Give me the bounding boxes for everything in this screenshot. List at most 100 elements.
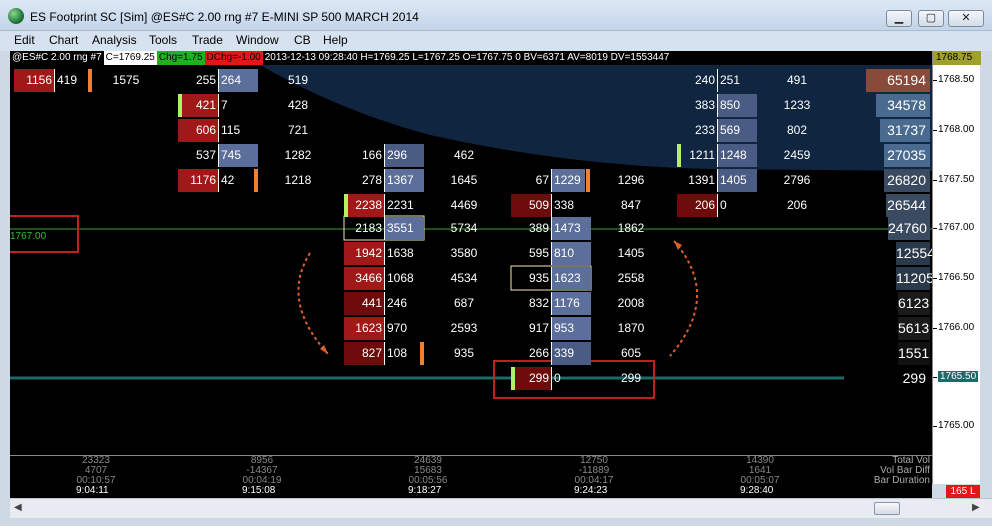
total-row-12: 1551 xyxy=(898,342,930,365)
total-row-3: 31737 xyxy=(880,119,930,142)
info-close: C=1769.25 xyxy=(103,51,157,65)
price-tick-1765.50: 1765.50 xyxy=(932,371,979,382)
col5-row5-vol: 2796 xyxy=(783,173,811,187)
total-row-13: 299 xyxy=(898,367,930,390)
time-axis: 9:04:11 9:15:08 9:18:27 9:24:23 9:28:40 xyxy=(10,484,932,498)
footer-col2: 8956 -14367 00:04:19 xyxy=(232,456,292,485)
col4-row3-bid: 389 xyxy=(528,221,549,235)
price-axis-top-label: 1768.75 xyxy=(933,51,981,65)
col2-row2-ask: 7 xyxy=(218,94,258,117)
price-tick-1766.50: 1766.50 xyxy=(932,272,975,283)
col2-row3-bid: 606 xyxy=(178,119,218,142)
col4-row4-vol: 1405 xyxy=(617,246,645,260)
info-chg: Chg=1.75 xyxy=(156,51,205,65)
col4-row7-bid: 917 xyxy=(528,321,549,335)
col4-row7-ask: 953 xyxy=(551,317,591,340)
col2-row3-ask: 115 xyxy=(218,119,258,142)
total-row-8: 12554 xyxy=(896,242,932,265)
info-stats: 2013-12-13 09:28:40 H=1769.25 L=1767.25 … xyxy=(264,52,670,63)
footer-col4-dur: 00:04:17 xyxy=(574,475,614,485)
col4-row4-ask: 810 xyxy=(551,242,591,265)
col3-row4-vol: 5734 xyxy=(450,221,478,235)
col3-row3-vol: 4469 xyxy=(450,198,478,212)
col1-row1-ask: 419 xyxy=(54,69,86,92)
col3-row6-bid: 3466 xyxy=(344,267,384,290)
scroll-right-arrow-icon[interactable]: ▶ xyxy=(972,502,980,513)
price-tick-1768.50: 1768.50 xyxy=(932,74,975,85)
total-row-10: 6123 xyxy=(898,292,930,315)
col3-row2-vol: 1645 xyxy=(450,173,478,187)
col5-row6-ask: 0 xyxy=(717,194,757,217)
bar-countdown: 165 L xyxy=(946,485,980,498)
col1-row1-marker xyxy=(88,69,92,92)
col5-row1-bid: 240 xyxy=(694,73,715,87)
menu-bar: Edit Chart Analysis Tools Trade Window C… xyxy=(0,31,992,51)
menu-help[interactable]: Help xyxy=(323,33,348,47)
scrollbar-thumb[interactable] xyxy=(874,502,900,515)
col4-row9-vol: 299 xyxy=(620,371,642,385)
close-button[interactable]: ✕ xyxy=(948,10,984,27)
window-title: ES Footprint SC [Sim] @ES#C 2.00 rng #7 … xyxy=(30,10,419,24)
col2-row1-bid: 255 xyxy=(195,73,216,87)
col3-row5-ask: 1638 xyxy=(384,242,424,265)
col4-row5-vol: 2558 xyxy=(617,271,645,285)
col3-row8-vol: 2593 xyxy=(450,321,478,335)
price-tick-1767.50: 1767.50 xyxy=(932,174,975,185)
col5-row1-vol: 491 xyxy=(786,73,808,87)
total-row-2: 34578 xyxy=(876,94,930,117)
maximize-button[interactable]: ▢ xyxy=(918,10,944,27)
col5-row2-ask: 850 xyxy=(717,94,757,117)
col4-row3-vol: 1862 xyxy=(617,221,645,235)
menu-tools[interactable]: Tools xyxy=(149,33,177,47)
total-row-11: 5613 xyxy=(898,317,930,340)
col4-row5-ask: 1623 xyxy=(551,267,591,290)
col4-row4-bid: 595 xyxy=(528,246,549,260)
col4-row5-bid: 935 xyxy=(528,271,549,285)
col5-row4-ask: 1248 xyxy=(717,144,757,167)
col1-row1-bid: 1156 xyxy=(14,69,54,92)
menu-chart[interactable]: Chart xyxy=(49,33,78,47)
col5-row6-bid: 206 xyxy=(677,194,717,217)
price-tick-1765.00: 1765.00 xyxy=(932,420,975,431)
price-axis[interactable]: 1768.75 1768.50 1768.00 1767.50 1767.00 … xyxy=(932,51,981,484)
footprint-chart[interactable]: @ES#C 2.00 rng #7 C=1769.25 Chg=1.75 DChg=-… xyxy=(10,51,932,484)
menu-analysis[interactable]: Analysis xyxy=(92,33,137,47)
chart-info-bar: @ES#C 2.00 rng #7 C=1769.25 Chg=1.75 DChg=-… xyxy=(10,51,671,65)
col5-row3-ask: 569 xyxy=(717,119,757,142)
col4-row2-vol: 847 xyxy=(620,198,642,212)
menu-trade[interactable]: Trade xyxy=(192,33,223,47)
col4-row6-bid: 832 xyxy=(528,296,549,310)
col3-row5-bid: 1942 xyxy=(344,242,384,265)
window-titlebar: ES Footprint SC [Sim] @ES#C 2.00 rng #7 … xyxy=(0,0,992,31)
col3-row3-ask: 2231 xyxy=(384,194,424,217)
footer-col4: 12750 -11889 00:04:17 xyxy=(564,456,624,485)
minimize-button[interactable]: ▁ xyxy=(886,10,912,27)
footer-col1: 23323 4707 00:10:57 xyxy=(66,456,126,485)
scroll-left-arrow-icon[interactable]: ◀ xyxy=(14,502,22,513)
col3-row4-bid: 2183 xyxy=(355,221,382,235)
col2-row5-vol: 1218 xyxy=(284,173,312,187)
time-label-3: 9:18:27 xyxy=(408,485,442,496)
col2-row4-bid: 537 xyxy=(195,148,216,162)
time-label-2: 9:15:08 xyxy=(242,485,276,496)
col5-row5-bid: 1391 xyxy=(688,173,715,187)
rotation-arrowhead-right xyxy=(674,241,682,250)
rotation-arrowhead-left xyxy=(320,345,328,354)
total-row-5: 26820 xyxy=(884,169,930,192)
menu-cb[interactable]: CB xyxy=(294,33,311,47)
total-row-6: 26544 xyxy=(886,194,930,217)
col2-row5-bid: 1176 xyxy=(178,169,218,192)
col2-row5-ask: 42 xyxy=(218,169,250,192)
col2-row4-ask: 745 xyxy=(218,144,258,167)
col3-row7-vol: 687 xyxy=(453,296,475,310)
horizontal-scrollbar[interactable]: ◀ ▶ xyxy=(10,498,992,518)
col4-row9-bid: 299 xyxy=(515,367,551,390)
col2-row3-vol: 721 xyxy=(287,123,309,137)
menu-edit[interactable]: Edit xyxy=(14,33,35,47)
price-tick-1766.00: 1766.00 xyxy=(932,322,975,333)
footer-col5-dur: 00:05:07 xyxy=(740,475,780,485)
col3-row8-bid: 1623 xyxy=(344,317,384,340)
footer-label-bar-duration: Bar Duration xyxy=(873,475,930,485)
col4-row6-ask: 1176 xyxy=(551,292,591,315)
menu-window[interactable]: Window xyxy=(236,33,279,47)
